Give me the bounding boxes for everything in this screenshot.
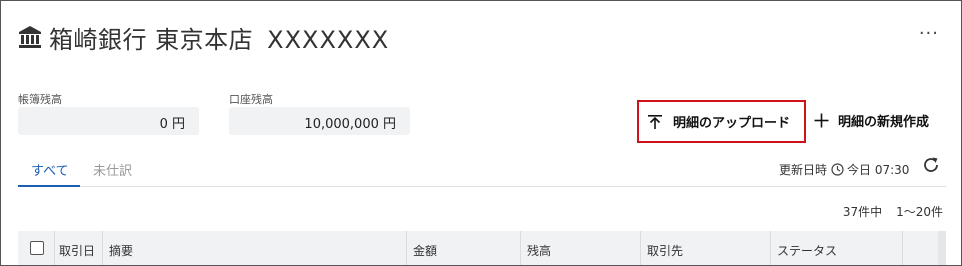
column-header-description[interactable]: 摘要	[109, 242, 133, 259]
table-header: 取引日 摘要 金額 残高 取引先 ステータス	[18, 231, 938, 265]
book-balance-value: 0 円	[18, 107, 199, 135]
account-balance-label: 口座残高	[229, 93, 273, 106]
account-balance-value: 10,000,000 円	[229, 107, 410, 135]
plus-icon	[814, 113, 829, 128]
updated-label: 更新日時	[779, 163, 828, 177]
tab-divider	[18, 186, 946, 187]
column-header-partner[interactable]: 取引先	[647, 242, 683, 259]
column-divider	[102, 231, 103, 265]
column-divider	[770, 231, 771, 265]
column-divider	[54, 231, 55, 265]
active-tab-indicator	[18, 185, 80, 187]
clock-icon	[831, 163, 844, 176]
bank-name: 箱崎銀行 東京本店	[49, 25, 254, 54]
page-title: 箱崎銀行 東京本店 XXXXXXX	[49, 20, 389, 55]
tab-all[interactable]: すべて	[31, 160, 69, 179]
result-count: 37件中 1〜20件	[843, 203, 943, 220]
upload-button-label: 明細のアップロード	[673, 116, 791, 131]
column-divider	[902, 231, 903, 265]
updated-value: 今日 07:30	[847, 163, 910, 177]
upload-statement-button[interactable]: 明細のアップロード	[637, 100, 806, 143]
create-button-label: 明細の新規作成	[838, 115, 930, 130]
column-header-date[interactable]: 取引日	[59, 242, 95, 259]
bank-icon	[19, 26, 41, 48]
column-divider	[520, 231, 521, 265]
column-header-amount[interactable]: 金額	[413, 242, 437, 259]
tab-unsorted[interactable]: 未仕訳	[93, 160, 132, 179]
page-range: 1〜20件	[896, 205, 943, 219]
app-frame: 箱崎銀行 東京本店 XXXXXXX ··· 帳簿残高 0 円 口座残高 10,00…	[0, 0, 962, 266]
upload-icon	[648, 114, 662, 129]
column-divider	[640, 231, 641, 265]
book-balance-label: 帳簿残高	[18, 93, 62, 106]
account-number: XXXXXXX	[267, 25, 390, 54]
column-header-status[interactable]: ステータス	[777, 242, 837, 259]
page-header: 箱崎銀行 東京本店 XXXXXXX	[17, 19, 389, 55]
column-divider	[406, 231, 407, 265]
column-header-balance[interactable]: 残高	[527, 242, 551, 259]
more-menu-icon[interactable]: ···	[919, 23, 939, 44]
table-scrollbar[interactable]	[938, 231, 946, 265]
select-all-checkbox[interactable]	[30, 241, 44, 255]
create-statement-button[interactable]: 明細の新規作成	[814, 111, 929, 130]
refresh-icon[interactable]	[921, 155, 941, 175]
total-count: 37件中	[842, 205, 883, 219]
last-updated: 更新日時 今日 07:30	[779, 161, 909, 178]
